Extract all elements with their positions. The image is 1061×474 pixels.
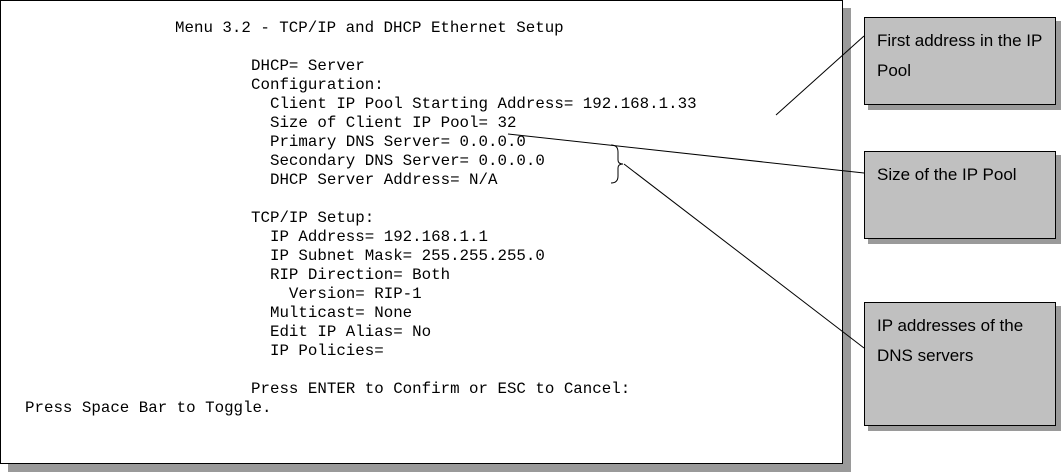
ip-address-field[interactable]: IP Address= 192.168.1.1 xyxy=(251,228,488,247)
client-ip-pool-size-field[interactable]: Size of Client IP Pool= 32 xyxy=(251,114,516,133)
dhcp-field[interactable]: DHCP= Server xyxy=(251,57,365,76)
confirm-prompt: Press ENTER to Confirm or ESC to Cancel: xyxy=(251,380,631,398)
callout-dns-servers: IP addresses of the DNS servers xyxy=(864,302,1056,426)
configuration-heading: Configuration: xyxy=(251,76,384,94)
multicast-field[interactable]: Multicast= None xyxy=(251,304,412,323)
primary-dns-field[interactable]: Primary DNS Server= 0.0.0.0 xyxy=(251,133,526,152)
edit-ip-alias-field[interactable]: Edit IP Alias= No xyxy=(251,323,431,342)
menu-title: Menu 3.2 - TCP/IP and DHCP Ethernet Setu… xyxy=(175,19,564,37)
secondary-dns-field[interactable]: Secondary DNS Server= 0.0.0.0 xyxy=(251,152,545,171)
tcpip-setup-heading: TCP/IP Setup: xyxy=(251,209,375,227)
ip-policies-field[interactable]: IP Policies= xyxy=(251,342,384,361)
terminal-window: Menu 3.2 - TCP/IP and DHCP Ethernet Setu… xyxy=(0,0,843,464)
client-ip-pool-start-field[interactable]: Client IP Pool Starting Address= 192.168… xyxy=(251,95,697,114)
ip-subnet-mask-field[interactable]: IP Subnet Mask= 255.255.255.0 xyxy=(251,247,545,266)
rip-version-field[interactable]: Version= RIP-1 xyxy=(251,285,422,304)
rip-direction-field[interactable]: RIP Direction= Both xyxy=(251,266,450,285)
callout-pool-size: Size of the IP Pool xyxy=(864,151,1056,239)
callout-first-address: First address in the IP Pool xyxy=(864,17,1056,105)
toggle-hint: Press Space Bar to Toggle. xyxy=(25,399,272,417)
dhcp-server-address-field[interactable]: DHCP Server Address= N/A xyxy=(251,171,498,190)
